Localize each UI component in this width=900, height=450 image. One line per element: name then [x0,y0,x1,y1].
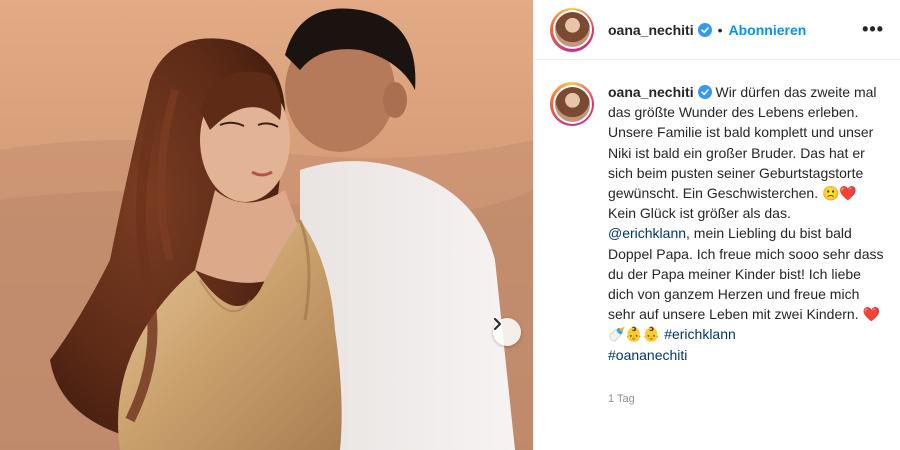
carousel-next-button[interactable] [493,318,521,346]
caption-username[interactable]: oana_nechiti [608,84,694,100]
hashtag-link[interactable]: #oananechiti [608,347,687,363]
hashtag-link[interactable]: #erichklann [664,326,736,342]
post-timestamp: 1 Tag [608,392,635,405]
more-options-icon[interactable]: ••• [862,19,884,40]
avatar[interactable] [550,7,594,52]
verified-badge-icon [697,85,712,99]
caption: oana_nechiti Wir dürfen das zweite mal d… [534,60,900,409]
caption-emoji-1: 🙁❤️ [822,185,857,202]
follow-button[interactable]: Abonnieren [729,22,807,38]
post-image[interactable] [0,0,533,450]
post-header: oana_nechiti • Abonnieren ••• [534,0,900,60]
post-sidebar: oana_nechiti • Abonnieren ••• oana_nechi… [533,0,900,450]
couple-photo [0,0,533,450]
separator-dot: • [717,21,723,38]
caption-body-1: Wir dürfen das zweite mal das größte Wun… [608,84,877,202]
caption-text: oana_nechiti Wir dürfen das zweite mal d… [608,82,884,409]
caption-avatar[interactable] [550,82,594,126]
verified-badge-icon [697,22,712,37]
mention-link[interactable]: @erichklann [608,225,686,241]
caption-body-2: Kein Glück ist größer als das. [608,205,791,222]
header-username[interactable]: oana_nechiti [608,22,694,38]
chevron-right-icon [494,318,501,330]
